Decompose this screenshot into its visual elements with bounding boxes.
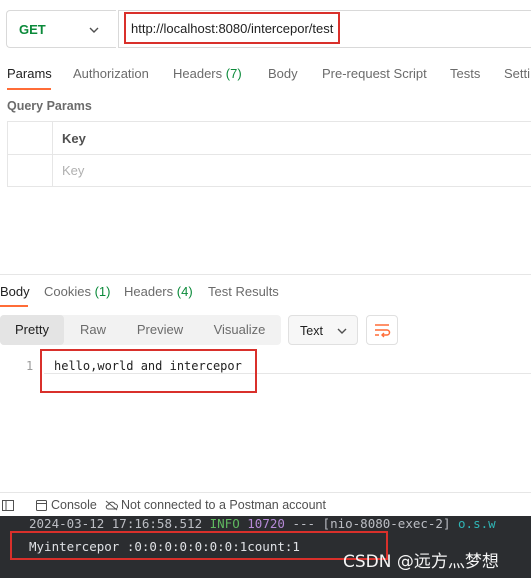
sidebar-toggle-icon[interactable] xyxy=(2,500,14,511)
response-active-tab-indicator xyxy=(0,305,28,307)
format-label: Text xyxy=(300,324,323,338)
chevron-down-icon xyxy=(89,27,99,33)
log-timestamp: 2024-03-12 17:16:58.512 xyxy=(29,516,203,531)
tab-params[interactable]: Params xyxy=(7,66,52,81)
output-highlight-box xyxy=(10,531,388,560)
key-input[interactable]: Key xyxy=(62,163,84,178)
view-mode-pretty[interactable]: Pretty xyxy=(0,315,64,345)
view-mode-preview[interactable]: Preview xyxy=(122,315,198,345)
log-line: 2024-03-12 17:16:58.512 INFO 10720 --- [… xyxy=(29,516,496,531)
log-level: INFO xyxy=(209,516,240,531)
tab-tests[interactable]: Tests xyxy=(450,66,480,81)
method-select[interactable]: GET xyxy=(6,10,116,48)
response-tab-body[interactable]: Body xyxy=(0,284,30,299)
cloud-off-icon xyxy=(105,500,118,511)
view-mode-raw[interactable]: Raw xyxy=(64,315,122,345)
tab-body[interactable]: Body xyxy=(268,66,298,81)
tab-headers[interactable]: Headers (7) xyxy=(173,66,242,81)
format-select[interactable]: Text xyxy=(288,315,358,345)
response-tab-test-results[interactable]: Test Results xyxy=(208,284,279,299)
wrap-lines-icon xyxy=(375,324,391,338)
console-icon xyxy=(36,500,47,511)
view-mode-selector: Pretty Raw Preview Visualize xyxy=(0,315,281,345)
response-highlight-box xyxy=(40,349,257,393)
method-label: GET xyxy=(19,22,46,37)
response-tab-cookies-label: Cookies xyxy=(44,284,91,299)
log-pid: 10720 xyxy=(247,516,285,531)
response-tab-headers-count: (4) xyxy=(176,284,193,299)
response-tab-headers-label: Headers xyxy=(124,284,174,299)
table-column-divider xyxy=(52,122,53,186)
pane-divider[interactable] xyxy=(0,274,531,275)
response-tab-cookies[interactable]: Cookies (1) xyxy=(44,284,110,299)
tab-authorization[interactable]: Authorization xyxy=(73,66,149,81)
table-row-divider xyxy=(8,154,531,155)
tab-headers-label: Headers xyxy=(173,66,223,81)
wrap-lines-button[interactable] xyxy=(366,315,398,345)
url-highlight-box xyxy=(124,12,340,44)
view-mode-visualize[interactable]: Visualize xyxy=(198,315,281,345)
query-params-table: Key Key xyxy=(7,121,531,187)
log-logger: o.s.w xyxy=(458,516,496,531)
column-header-key: Key xyxy=(62,131,86,146)
console-button[interactable]: Console xyxy=(51,498,97,512)
chevron-down-icon xyxy=(337,328,347,334)
tab-settings[interactable]: Setti xyxy=(504,66,530,81)
log-separator: --- xyxy=(292,516,316,531)
response-tab-headers[interactable]: Headers (4) xyxy=(124,284,193,299)
status-bar: Console Not connected to a Postman accou… xyxy=(0,492,531,517)
tab-prerequest-script[interactable]: Pre-request Script xyxy=(322,66,427,81)
watermark: CSDN @远方灬梦想 xyxy=(343,552,499,572)
query-params-title: Query Params xyxy=(7,99,92,113)
active-tab-indicator xyxy=(7,88,51,90)
tab-headers-count: (7) xyxy=(225,66,242,81)
log-thread: [nio-8080-exec-2] xyxy=(322,516,451,531)
response-tab-cookies-count: (1) xyxy=(94,284,111,299)
connection-status[interactable]: Not connected to a Postman account xyxy=(121,498,326,512)
line-number: 1 xyxy=(26,359,34,373)
